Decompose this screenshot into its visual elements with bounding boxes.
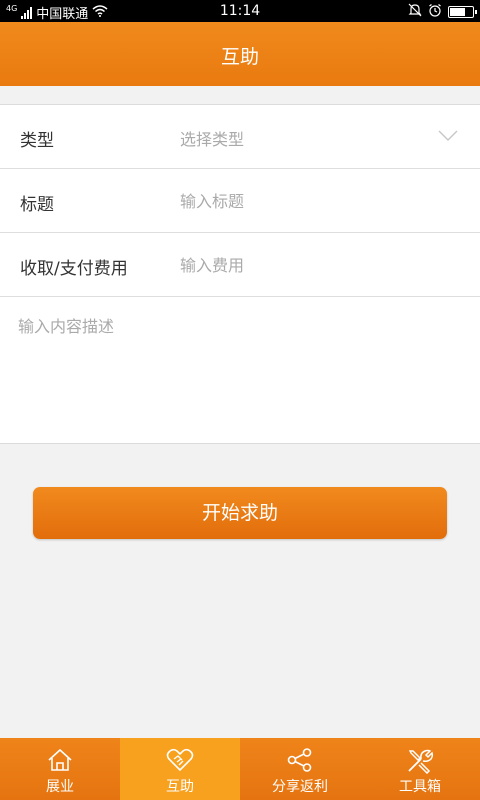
fee-label: 收取/支付费用 [20, 259, 128, 279]
page-title: 互助 [220, 46, 259, 68]
battery-icon [448, 6, 477, 18]
tab-label: 展业 [46, 779, 74, 795]
status-right [408, 3, 477, 21]
bottom-tab-bar: 展业 互助 分享返利 工具箱 [0, 738, 480, 800]
tab-business[interactable]: 展业 [0, 738, 120, 800]
help-request-form: 类型 选择类型 标题 收取/支付费用 [0, 104, 480, 444]
description-input[interactable] [18, 313, 458, 423]
title-input[interactable] [180, 185, 440, 217]
start-help-button[interactable]: 开始求助 [33, 487, 447, 539]
tab-label: 分享返利 [272, 779, 328, 795]
status-bar: 4G 中国联通 11:14 [0, 0, 480, 22]
tab-label: 工具箱 [399, 779, 441, 795]
chevron-down-icon[interactable] [438, 127, 458, 146]
mute-icon [408, 3, 422, 21]
tab-toolbox[interactable]: 工具箱 [360, 738, 480, 800]
title-label: 标题 [20, 195, 54, 215]
fee-row: 收取/支付费用 [0, 233, 480, 297]
description-row [0, 297, 480, 443]
app-header: 互助 [0, 22, 480, 86]
type-placeholder: 选择类型 [180, 130, 245, 149]
tools-icon [360, 748, 480, 774]
alarm-icon [428, 3, 442, 21]
type-label: 类型 [20, 131, 54, 151]
title-row: 标题 [0, 169, 480, 233]
tab-share-rebate[interactable]: 分享返利 [240, 738, 360, 800]
fee-input[interactable] [180, 249, 440, 281]
tab-label: 互助 [166, 779, 194, 795]
tab-mutual-aid[interactable]: 互助 [120, 738, 240, 800]
share-icon [240, 748, 360, 772]
handshake-heart-icon [120, 748, 240, 772]
type-select[interactable]: 类型 选择类型 [0, 105, 480, 169]
home-icon [0, 748, 120, 772]
